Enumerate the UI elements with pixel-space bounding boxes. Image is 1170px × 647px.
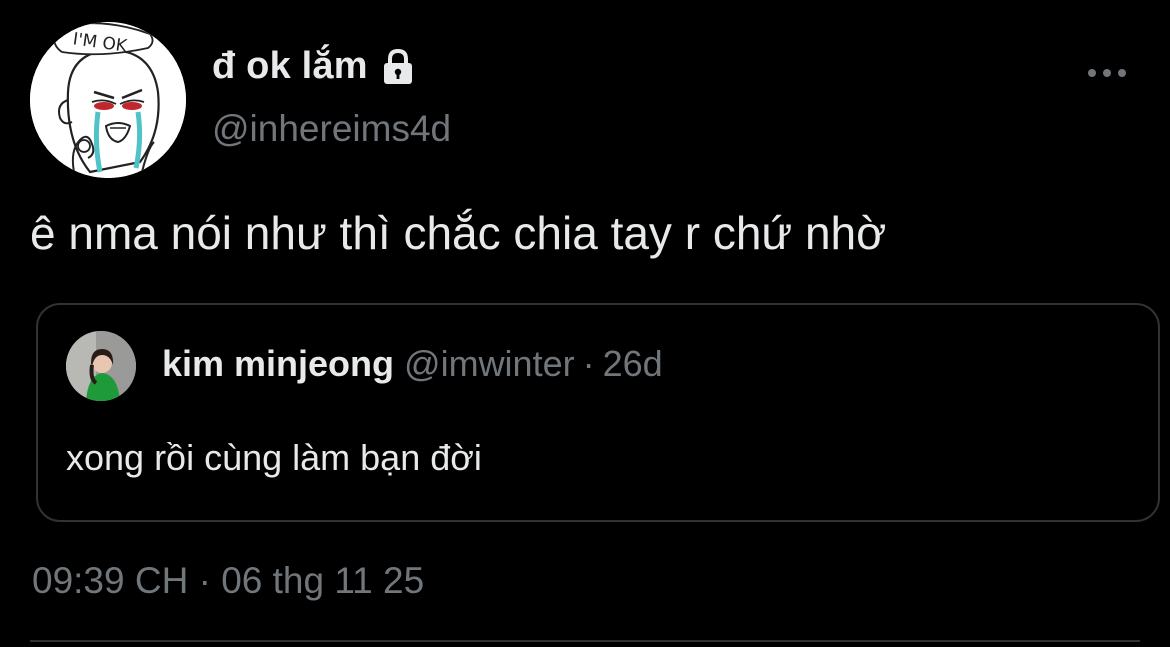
quoted-tweet-header: kim minjeong @imwinter · 26d bbox=[162, 343, 663, 385]
author-name-row: đ ok lắm bbox=[212, 40, 418, 92]
more-button[interactable] bbox=[1082, 58, 1132, 88]
quoted-author-name[interactable]: kim minjeong bbox=[162, 343, 394, 384]
header-separator: · bbox=[582, 343, 595, 384]
author-handle[interactable]: @inhereims4d bbox=[212, 108, 451, 150]
crying-face-illustration: I'M OK bbox=[30, 22, 186, 178]
more-horizontal-icon bbox=[1088, 69, 1126, 77]
author-avatar[interactable]: I'M OK bbox=[30, 22, 186, 178]
timestamp-separator: · bbox=[198, 560, 211, 601]
tweet-date: 06 thg 11 25 bbox=[221, 560, 425, 601]
quoted-tweet-text: xong rồi cùng làm bạn đời bbox=[66, 437, 482, 478]
tweet-detail: I'M OK đ ok lắm @inhereims4d ê nma nói n… bbox=[0, 0, 1170, 647]
tweet-text: ê nma nói như thì chắc chia tay r chứ nh… bbox=[30, 207, 887, 259]
quoted-author-avatar[interactable] bbox=[66, 331, 136, 401]
quoted-tweet-card[interactable]: kim minjeong @imwinter · 26d xong rồi cùng … bbox=[36, 303, 1160, 522]
quoted-tweet-time[interactable]: 26d bbox=[603, 343, 663, 384]
tweet-timestamp[interactable]: 09:39 CH · 06 thg 11 25 bbox=[32, 560, 424, 602]
tweet-time: 09:39 CH bbox=[32, 560, 189, 601]
author-display-name[interactable]: đ ok lắm bbox=[212, 45, 368, 88]
person-photo-image bbox=[66, 331, 136, 401]
lock-icon bbox=[383, 48, 412, 84]
quoted-author-handle[interactable]: @imwinter bbox=[404, 343, 575, 384]
divider bbox=[30, 640, 1140, 642]
